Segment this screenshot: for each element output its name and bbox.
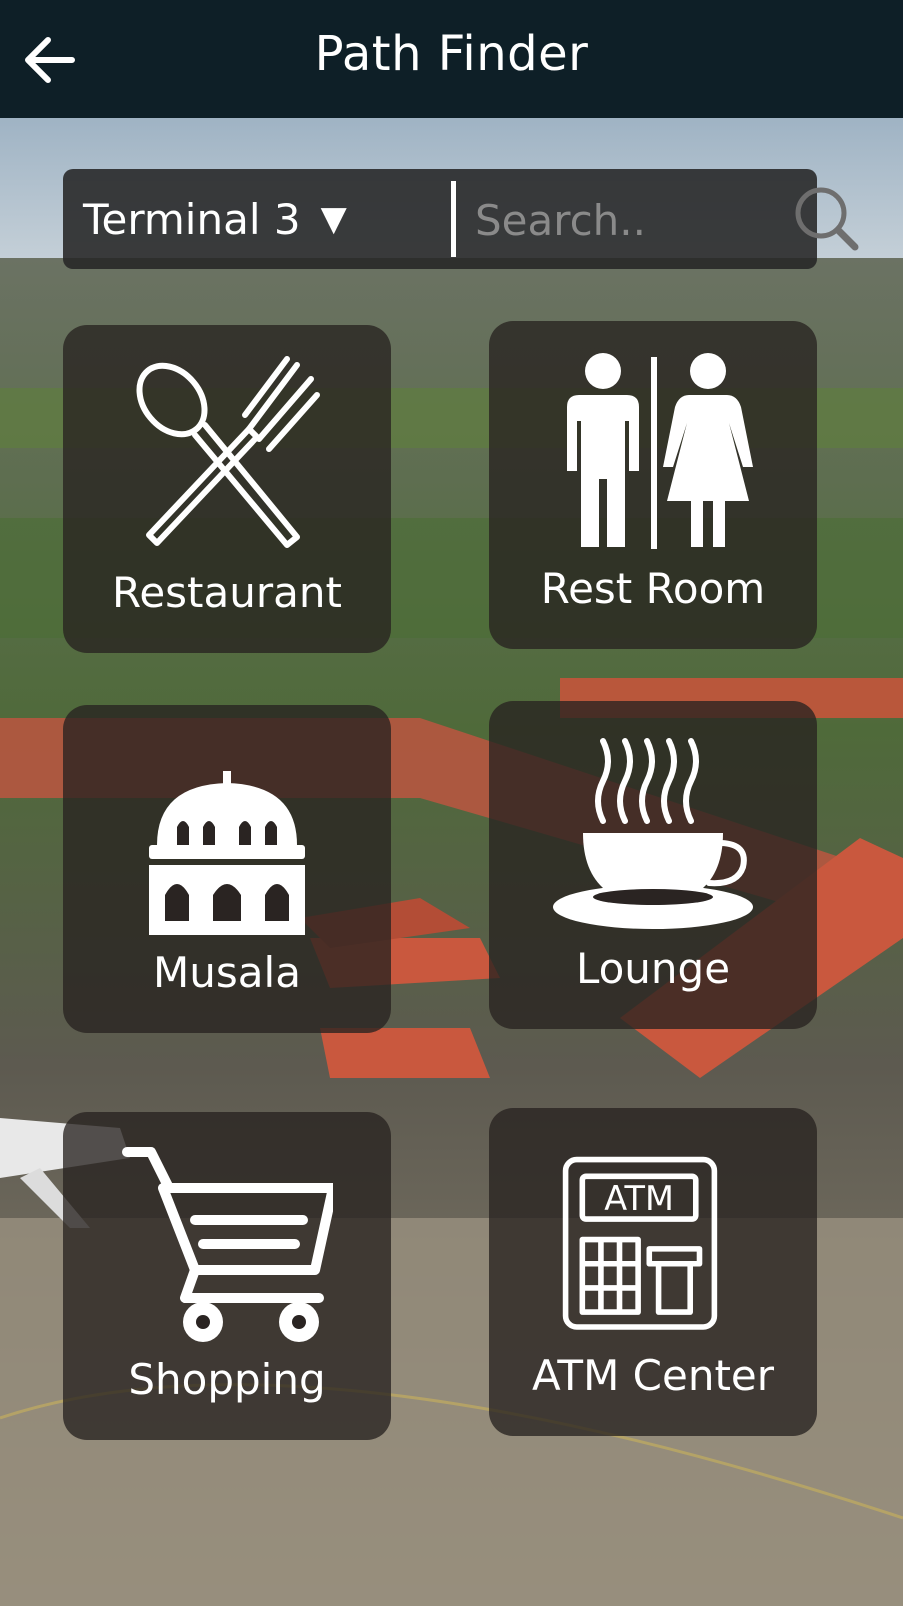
shopping-cart-icon [122,1147,333,1342]
category-label: Restaurant [112,568,342,617]
category-label: ATM Center [531,1351,775,1400]
page-title: Path Finder [314,26,589,82]
atm-icon: ATM [562,1156,718,1330]
category-musala[interactable]: Musala [63,705,391,1033]
category-rest-room[interactable]: Rest Room [489,321,817,649]
search-input[interactable] [473,189,777,251]
category-label: Musala [153,948,301,997]
category-atm-center[interactable]: ATM ATM Center [489,1108,817,1436]
app-header: Path Finder [0,0,903,118]
search-bar: Terminal 3 ▼ [63,169,859,269]
coffee-cup-icon [553,738,753,929]
restroom-icon [567,353,753,549]
app: Path Finder Terminal 3 ▼ Restaurant [0,0,903,1606]
category-restaurant[interactable]: Restaurant [63,325,391,653]
category-label: Rest Room [540,564,766,613]
fork-spoon-icon [136,356,320,548]
search-icon[interactable] [791,183,863,255]
atm-sign-text: ATM [604,1179,674,1218]
category-label: Lounge [575,944,731,993]
search-divider [451,181,456,257]
terminal-value: Terminal 3 [83,194,301,244]
dropdown-arrow-icon: ▼ [320,199,347,239]
mosque-icon [149,737,305,935]
category-lounge[interactable]: Lounge [489,701,817,1029]
terminal-dropdown[interactable]: Terminal 3 ▼ [83,169,443,269]
category-shopping[interactable]: Shopping [63,1112,391,1440]
category-label: Shopping [128,1355,326,1404]
